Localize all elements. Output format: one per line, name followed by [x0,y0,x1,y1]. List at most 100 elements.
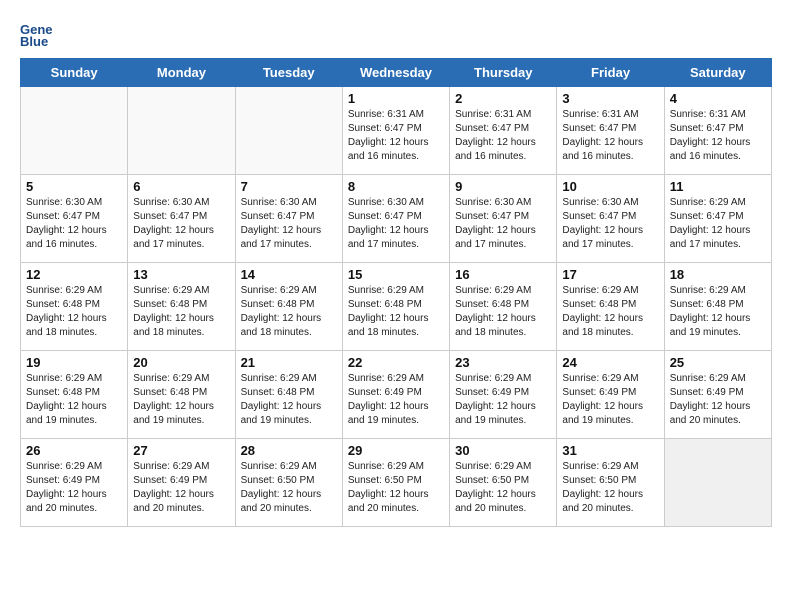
day-info: Sunrise: 6:29 AM Sunset: 6:50 PM Dayligh… [562,460,658,516]
day-cell: 16 Sunrise: 6:29 AM Sunset: 6:48 PM Dayli… [450,263,557,351]
day-cell: 30 Sunrise: 6:29 AM Sunset: 6:50 PM Dayli… [450,439,557,527]
day-cell [235,87,342,175]
day-cell: 4 Sunrise: 6:31 AM Sunset: 6:47 PM Daylig… [664,87,771,175]
day-info: Sunrise: 6:29 AM Sunset: 6:48 PM Dayligh… [26,284,122,340]
day-number: 26 [26,443,122,458]
day-number: 31 [562,443,658,458]
logo-icon: General Blue [20,20,52,48]
weekday-header-saturday: Saturday [664,59,771,87]
day-cell: 22Sunrise: 6:29 AM Sunset: 6:49 PM Dayli… [342,351,449,439]
day-number: 14 [241,267,337,282]
weekday-header-thursday: Thursday [450,59,557,87]
day-info: Sunrise: 6:31 AM Sunset: 6:47 PM Dayligh… [562,108,658,164]
day-number: 8 [348,179,444,194]
day-info: Sunrise: 6:29 AM Sunset: 6:49 PM Dayligh… [26,460,122,516]
day-info: Sunrise: 6:29 AM Sunset: 6:47 PM Dayligh… [670,196,766,252]
day-cell [128,87,235,175]
day-info: Sunrise: 6:29 AM Sunset: 6:50 PM Dayligh… [455,460,551,516]
day-info: Sunrise: 6:29 AM Sunset: 6:48 PM Dayligh… [26,372,122,428]
day-cell: 28 Sunrise: 6:29 AM Sunset: 6:50 PM Dayli… [235,439,342,527]
day-cell: 8 Sunrise: 6:30 AM Sunset: 6:47 PM Daylig… [342,175,449,263]
day-info: Sunrise: 6:29 AM Sunset: 6:49 PM Dayligh… [455,372,551,428]
day-info: Sunrise: 6:29 AM Sunset: 6:48 PM Dayligh… [241,284,337,340]
day-cell: 29Sunrise: 6:29 AM Sunset: 6:50 PM Dayli… [342,439,449,527]
day-cell: 2 Sunrise: 6:31 AM Sunset: 6:47 PM Daylig… [450,87,557,175]
day-info: Sunrise: 6:29 AM Sunset: 6:48 PM Dayligh… [562,284,658,340]
weekday-header-monday: Monday [128,59,235,87]
day-cell: 12 Sunrise: 6:29 AM Sunset: 6:48 PM Dayli… [21,263,128,351]
day-info: Sunrise: 6:30 AM Sunset: 6:47 PM Dayligh… [133,196,229,252]
day-cell: 3 Sunrise: 6:31 AM Sunset: 6:47 PM Daylig… [557,87,664,175]
day-number: 29 [348,443,444,458]
day-info: Sunrise: 6:30 AM Sunset: 6:47 PM Dayligh… [26,196,122,252]
day-number: 28 [241,443,337,458]
day-number: 3 [562,91,658,106]
day-info: Sunrise: 6:30 AM Sunset: 6:47 PM Dayligh… [241,196,337,252]
calendar-table: SundayMondayTuesdayWednesdayThursdayFrid… [20,58,772,527]
day-info: Sunrise: 6:31 AM Sunset: 6:47 PM Dayligh… [455,108,551,164]
day-number: 25 [670,355,766,370]
day-cell: 15Sunrise: 6:29 AM Sunset: 6:48 PM Dayli… [342,263,449,351]
weekday-header-tuesday: Tuesday [235,59,342,87]
day-number: 20 [133,355,229,370]
day-cell: 11 Sunrise: 6:29 AM Sunset: 6:47 PM Dayli… [664,175,771,263]
week-row-5: 26 Sunrise: 6:29 AM Sunset: 6:49 PM Dayli… [21,439,772,527]
week-row-4: 19 Sunrise: 6:29 AM Sunset: 6:48 PM Dayli… [21,351,772,439]
day-number: 11 [670,179,766,194]
day-number: 17 [562,267,658,282]
week-row-2: 5Sunrise: 6:30 AM Sunset: 6:47 PM Daylig… [21,175,772,263]
week-row-3: 12 Sunrise: 6:29 AM Sunset: 6:48 PM Dayli… [21,263,772,351]
day-info: Sunrise: 6:30 AM Sunset: 6:47 PM Dayligh… [348,196,444,252]
day-number: 19 [26,355,122,370]
day-cell: 1 Sunrise: 6:31 AM Sunset: 6:47 PM Daylig… [342,87,449,175]
day-cell: 14 Sunrise: 6:29 AM Sunset: 6:48 PM Dayli… [235,263,342,351]
day-cell: 17 Sunrise: 6:29 AM Sunset: 6:48 PM Dayli… [557,263,664,351]
day-cell [664,439,771,527]
day-number: 12 [26,267,122,282]
weekday-header-friday: Friday [557,59,664,87]
day-info: Sunrise: 6:29 AM Sunset: 6:48 PM Dayligh… [455,284,551,340]
day-cell: 31 Sunrise: 6:29 AM Sunset: 6:50 PM Dayli… [557,439,664,527]
day-info: Sunrise: 6:29 AM Sunset: 6:49 PM Dayligh… [133,460,229,516]
day-info: Sunrise: 6:29 AM Sunset: 6:48 PM Dayligh… [133,372,229,428]
day-number: 1 [348,91,444,106]
day-cell [21,87,128,175]
day-info: Sunrise: 6:31 AM Sunset: 6:47 PM Dayligh… [348,108,444,164]
day-number: 22 [348,355,444,370]
day-info: Sunrise: 6:29 AM Sunset: 6:48 PM Dayligh… [670,284,766,340]
day-number: 16 [455,267,551,282]
day-info: Sunrise: 6:29 AM Sunset: 6:50 PM Dayligh… [241,460,337,516]
day-cell: 5Sunrise: 6:30 AM Sunset: 6:47 PM Daylig… [21,175,128,263]
day-number: 9 [455,179,551,194]
day-cell: 27 Sunrise: 6:29 AM Sunset: 6:49 PM Dayli… [128,439,235,527]
day-number: 4 [670,91,766,106]
day-cell: 24Sunrise: 6:29 AM Sunset: 6:49 PM Dayli… [557,351,664,439]
day-number: 27 [133,443,229,458]
day-number: 21 [241,355,337,370]
svg-text:Blue: Blue [20,34,48,48]
day-cell: 26 Sunrise: 6:29 AM Sunset: 6:49 PM Dayli… [21,439,128,527]
day-number: 7 [241,179,337,194]
day-number: 10 [562,179,658,194]
day-number: 24 [562,355,658,370]
day-number: 18 [670,267,766,282]
day-cell: 19 Sunrise: 6:29 AM Sunset: 6:48 PM Dayli… [21,351,128,439]
weekday-header-wednesday: Wednesday [342,59,449,87]
day-info: Sunrise: 6:30 AM Sunset: 6:47 PM Dayligh… [455,196,551,252]
day-number: 15 [348,267,444,282]
logo: General Blue [20,20,56,48]
week-row-1: 1 Sunrise: 6:31 AM Sunset: 6:47 PM Daylig… [21,87,772,175]
day-cell: 23Sunrise: 6:29 AM Sunset: 6:49 PM Dayli… [450,351,557,439]
day-info: Sunrise: 6:30 AM Sunset: 6:47 PM Dayligh… [562,196,658,252]
weekday-header-row: SundayMondayTuesdayWednesdayThursdayFrid… [21,59,772,87]
day-number: 2 [455,91,551,106]
day-info: Sunrise: 6:31 AM Sunset: 6:47 PM Dayligh… [670,108,766,164]
day-cell: 10 Sunrise: 6:30 AM Sunset: 6:47 PM Dayli… [557,175,664,263]
page-header: General Blue [20,20,772,48]
day-cell: 13 Sunrise: 6:29 AM Sunset: 6:48 PM Dayli… [128,263,235,351]
day-number: 13 [133,267,229,282]
day-number: 30 [455,443,551,458]
day-cell: 25Sunrise: 6:29 AM Sunset: 6:49 PM Dayli… [664,351,771,439]
day-cell: 18 Sunrise: 6:29 AM Sunset: 6:48 PM Dayli… [664,263,771,351]
day-info: Sunrise: 6:29 AM Sunset: 6:48 PM Dayligh… [133,284,229,340]
